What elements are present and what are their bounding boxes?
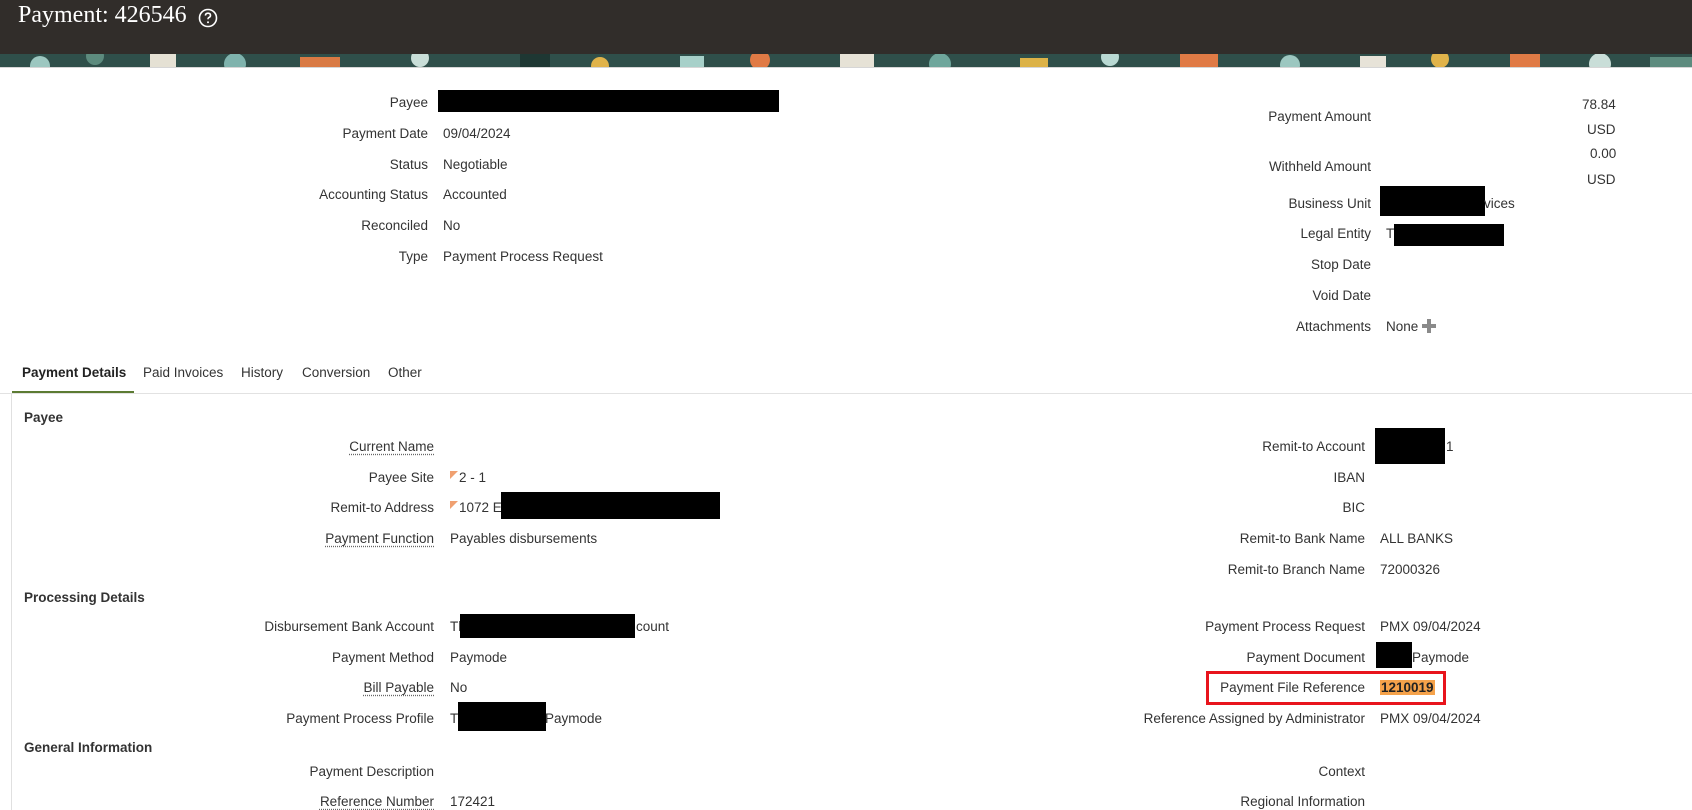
payment-function-value: Payables disbursements xyxy=(450,531,598,546)
status-label: Status xyxy=(389,157,428,172)
divider xyxy=(0,67,1692,68)
section-title-processing: Processing Details xyxy=(24,590,145,605)
accounting-status-value: Accounted xyxy=(443,187,507,202)
redacted-payment-document xyxy=(1376,642,1412,668)
payment-description-label: Payment Description xyxy=(309,764,434,779)
section-title-payee: Payee xyxy=(24,410,64,425)
remit-branch-label: Remit-to Branch Name xyxy=(1227,562,1365,577)
disbursement-account-suffix: count xyxy=(636,619,670,634)
changed-flag-icon xyxy=(450,471,458,479)
redacted-remit-account xyxy=(1375,428,1445,464)
reference-admin-value: PMX 09/04/2024 xyxy=(1380,711,1481,726)
page-title: Payment: 426546 xyxy=(18,2,187,28)
payment-method-label: Payment Method xyxy=(331,650,434,665)
payment-function-label[interactable]: Payment Function xyxy=(325,531,434,546)
bill-payable-value: No xyxy=(450,680,468,695)
payment-date-value: 09/04/2024 xyxy=(443,126,511,141)
payment-file-reference-value: 1210019 xyxy=(1380,680,1435,695)
iban-label: IBAN xyxy=(1333,470,1365,485)
payee-label: Payee xyxy=(389,95,428,110)
redacted-remit-address xyxy=(501,492,720,519)
tab-conversion[interactable]: Conversion xyxy=(302,365,370,380)
context-label: Context xyxy=(1318,764,1365,779)
tab-paid-invoices[interactable]: Paid Invoices xyxy=(143,365,223,380)
redacted-disbursement-account xyxy=(460,614,635,638)
redacted-payment-process-profile xyxy=(458,702,546,731)
disbursement-account-label: Disbursement Bank Account xyxy=(264,619,434,634)
remit-address-text: 1072 E xyxy=(459,500,502,515)
decorative-banner xyxy=(0,54,1692,67)
regional-information-label: Regional Information xyxy=(1240,794,1365,809)
section-title-general: General Information xyxy=(24,740,153,755)
payment-file-reference-label: Payment File Reference xyxy=(1220,680,1365,695)
business-unit-label: Business Unit xyxy=(1288,196,1371,211)
payment-process-request-label: Payment Process Request xyxy=(1205,619,1365,634)
remit-address-label: Remit-to Address xyxy=(330,500,434,515)
void-date-label: Void Date xyxy=(1312,288,1371,303)
panel-border xyxy=(11,394,12,810)
bill-payable-label[interactable]: Bill Payable xyxy=(363,680,434,695)
page-header: Payment: 426546 xyxy=(0,0,1692,54)
payee-site-text: 2 - 1 xyxy=(459,470,487,485)
changed-flag-icon xyxy=(450,501,458,509)
accounting-status-label: Accounting Status xyxy=(319,187,428,202)
payee-site-label: Payee Site xyxy=(368,470,434,485)
remit-branch-value: 72000326 xyxy=(1380,562,1441,577)
help-circle-icon[interactable] xyxy=(198,8,218,28)
payment-document-label: Payment Document xyxy=(1246,650,1365,665)
redacted-legal-entity xyxy=(1394,224,1504,246)
reconciled-label: Reconciled xyxy=(361,218,428,233)
remit-bank-label: Remit-to Bank Name xyxy=(1239,531,1365,546)
payee-site-value: 2 - 1 xyxy=(450,470,486,485)
withheld-amount-label: Withheld Amount xyxy=(1268,159,1371,174)
remit-address-value: 1072 E xyxy=(450,500,502,515)
tab-divider xyxy=(0,393,1692,394)
payment-process-profile-label: Payment Process Profile xyxy=(286,711,434,726)
payment-process-profile-prefix: T xyxy=(450,711,459,726)
reference-number-label[interactable]: Reference Number xyxy=(320,794,434,809)
redacted-business-unit xyxy=(1380,186,1485,216)
withheld-currency: USD xyxy=(1587,172,1616,187)
add-attachment-icon[interactable] xyxy=(1421,318,1437,334)
type-label: Type xyxy=(398,249,428,264)
current-name-label[interactable]: Current Name xyxy=(349,439,434,454)
remit-account-label: Remit-to Account xyxy=(1262,439,1365,454)
business-unit-value: vices xyxy=(1484,196,1515,211)
legal-entity-value: T xyxy=(1386,226,1395,241)
payment-method-value: Paymode xyxy=(450,650,508,665)
legal-entity-label: Legal Entity xyxy=(1300,226,1371,241)
payment-file-reference-text: 1210019 xyxy=(1380,680,1435,695)
payment-date-label: Payment Date xyxy=(342,126,428,141)
tab-other[interactable]: Other xyxy=(388,365,422,380)
attachments-label: Attachments xyxy=(1295,319,1371,334)
status-value: Negotiable xyxy=(443,157,508,172)
payment-amount-label: Payment Amount xyxy=(1268,109,1371,124)
type-value: Payment Process Request xyxy=(443,249,603,264)
payment-process-request-value: PMX 09/04/2024 xyxy=(1380,619,1481,634)
reference-number-value: 172421 xyxy=(450,794,496,809)
reference-admin-label: Reference Assigned by Administrator xyxy=(1143,711,1365,726)
payment-document-value: Paymode xyxy=(1412,650,1470,665)
reconciled-value: No xyxy=(443,218,461,233)
tab-payment-details[interactable]: Payment Details xyxy=(22,365,126,380)
tab-history[interactable]: History xyxy=(241,365,283,380)
remit-account-value: 1 xyxy=(1446,439,1454,454)
redacted-payee xyxy=(438,90,779,112)
withheld-amount-value: 0.00 xyxy=(1590,146,1617,161)
payment-currency: USD xyxy=(1587,122,1616,137)
stop-date-label: Stop Date xyxy=(1310,257,1371,272)
attachments-value[interactable]: None xyxy=(1386,319,1418,334)
payment-amount-value: 78.84 xyxy=(1582,97,1616,112)
payment-process-profile-suffix: Paymode xyxy=(545,711,603,726)
bic-label: BIC xyxy=(1342,500,1365,515)
remit-bank-value: ALL BANKS xyxy=(1380,531,1454,546)
